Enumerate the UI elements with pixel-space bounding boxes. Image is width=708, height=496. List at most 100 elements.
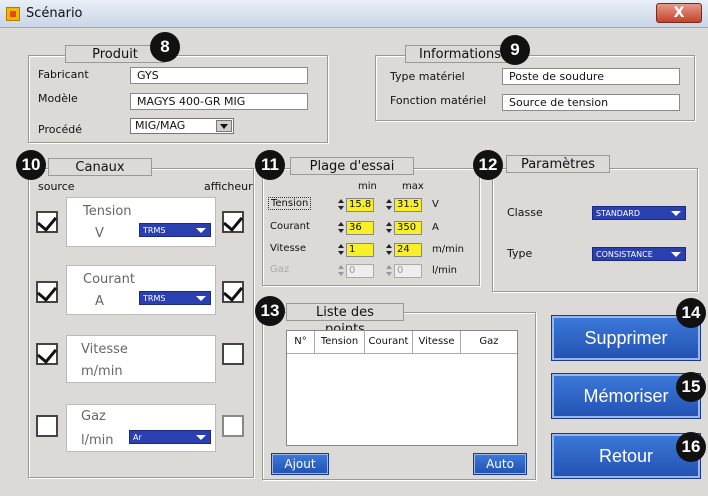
informations-legend: Informations [405,45,515,63]
vitesse-channel-name: Vitesse [81,342,128,357]
gaz-source-checkbox[interactable] [36,415,58,437]
window-title: Scénario [26,6,83,21]
modele-label: Modèle [38,92,78,105]
parametres-legend: Paramètres [506,155,610,173]
plage-legend: Plage d'essai [290,157,414,175]
app-icon [6,7,20,21]
type-select[interactable]: CONSISTANCE [592,247,686,261]
gaz-mode-value: Ar [133,433,142,442]
col-header-tension[interactable]: Tension [315,331,365,353]
tension-max-field[interactable]: 31.5 [394,198,422,212]
title-bar: Scénario X [0,0,708,28]
gaz-min-field: 0 [346,264,374,278]
courant-mode-select[interactable]: TRMS [139,291,211,305]
badge-9: 9 [500,35,530,65]
scenario-window: Scénario X Produit 8 Fabricant GYS Modèl… [0,0,708,496]
chevron-down-icon [196,228,206,233]
table-header-divider [287,353,517,354]
badge-8: 8 [150,32,180,62]
courant-max-field[interactable]: 350 [394,221,422,235]
vitesse-unit-label: m/min [432,244,464,255]
procede-select[interactable]: MIG/MAG [130,118,234,134]
canaux-legend: Canaux [48,158,152,176]
vitesse-min-field[interactable]: 1 [346,243,374,257]
col-header-vitesse[interactable]: Vitesse [413,331,461,353]
gaz-mode-select[interactable]: Ar [129,430,211,444]
courant-unit-label: A [432,222,439,233]
vitesse-channel-unit: m/min [81,364,123,379]
tension-max-spinner-icon[interactable] [386,198,393,212]
courant-min-field[interactable]: 36 [346,221,374,235]
tension-channel-unit: V [95,226,104,241]
badge-12: 12 [473,150,503,180]
vitesse-max-spinner-icon[interactable] [386,243,393,257]
plage-gaz-label: Gaz [270,264,290,275]
ajout-button[interactable]: Ajout [272,454,328,474]
gaz-max-spinner-icon [386,264,393,278]
gaz-min-spinner-icon [338,264,345,278]
fabricant-field[interactable]: GYS [130,67,308,84]
supprimer-button[interactable]: Supprimer [552,316,700,360]
type-label: Type [507,247,533,260]
gaz-channel-name: Gaz [81,409,106,424]
tension-channel-panel: Tension V TRMS [66,197,216,247]
plage-max-label: max [402,181,424,192]
gaz-afficheur-checkbox[interactable] [222,415,244,437]
fabricant-label: Fabricant [38,68,89,81]
vitesse-afficheur-checkbox[interactable] [222,343,244,365]
courant-channel-panel: Courant A TRMS [66,265,216,315]
plage-min-label: min [358,181,377,192]
courant-min-spinner-icon[interactable] [338,221,345,235]
chevron-down-icon [196,435,206,440]
vitesse-min-spinner-icon[interactable] [338,243,345,257]
chevron-down-icon [671,211,681,216]
source-label: source [38,180,75,193]
badge-10: 10 [16,150,46,180]
fonction-materiel-label: Fonction matériel [390,94,487,107]
tension-mode-select[interactable]: TRMS [139,223,211,237]
courant-afficheur-checkbox[interactable] [222,281,244,303]
liste-legend: Liste des points [286,303,404,337]
points-table[interactable]: N° Tension Courant Vitesse Gaz [286,330,518,446]
afficheur-label: afficheur [204,180,253,193]
gaz-channel-panel: Gaz l/min Ar [66,404,216,452]
gaz-unit-label: l/min [432,265,458,276]
badge-13: 13 [255,296,285,326]
badge-15: 15 [676,372,706,402]
fonction-materiel-field[interactable]: Source de tension [502,94,680,111]
badge-11: 11 [255,150,285,180]
chevron-down-icon [671,252,681,257]
tension-channel-name: Tension [83,204,132,219]
type-value: CONSISTANCE [596,250,653,259]
classe-value: STANDARD [596,209,641,218]
parametres-group [492,168,698,292]
modele-field[interactable]: MAGYS 400-GR MIG [130,93,308,110]
tension-min-field[interactable]: 15.8 [346,198,374,212]
procede-value: MIG/MAG [135,119,186,132]
procede-label: Procédé [38,123,83,136]
col-header-courant[interactable]: Courant [365,331,413,353]
tension-afficheur-checkbox[interactable] [222,211,244,233]
close-button[interactable]: X [656,3,702,23]
vitesse-source-checkbox[interactable] [36,343,58,365]
type-materiel-label: Type matériel [390,70,465,83]
classe-select[interactable]: STANDARD [592,206,686,220]
chevron-down-icon [196,296,206,301]
badge-14: 14 [676,298,706,328]
vitesse-max-field[interactable]: 24 [394,243,422,257]
tension-mode-value: TRMS [143,226,166,235]
courant-mode-value: TRMS [143,294,166,303]
gaz-channel-unit: l/min [81,433,114,448]
type-materiel-field[interactable]: Poste de soudure [502,68,680,85]
col-header-gaz[interactable]: Gaz [461,331,517,353]
tension-unit-label: V [432,199,439,210]
col-header-numero[interactable]: N° [287,331,315,353]
courant-source-checkbox[interactable] [36,281,58,303]
classe-label: Classe [507,206,543,219]
courant-max-spinner-icon[interactable] [386,221,393,235]
vitesse-channel-panel: Vitesse m/min [66,335,216,383]
tension-source-checkbox[interactable] [36,211,58,233]
auto-button[interactable]: Auto [474,454,526,474]
plage-courant-label: Courant [270,221,310,232]
tension-min-spinner-icon[interactable] [338,198,345,212]
